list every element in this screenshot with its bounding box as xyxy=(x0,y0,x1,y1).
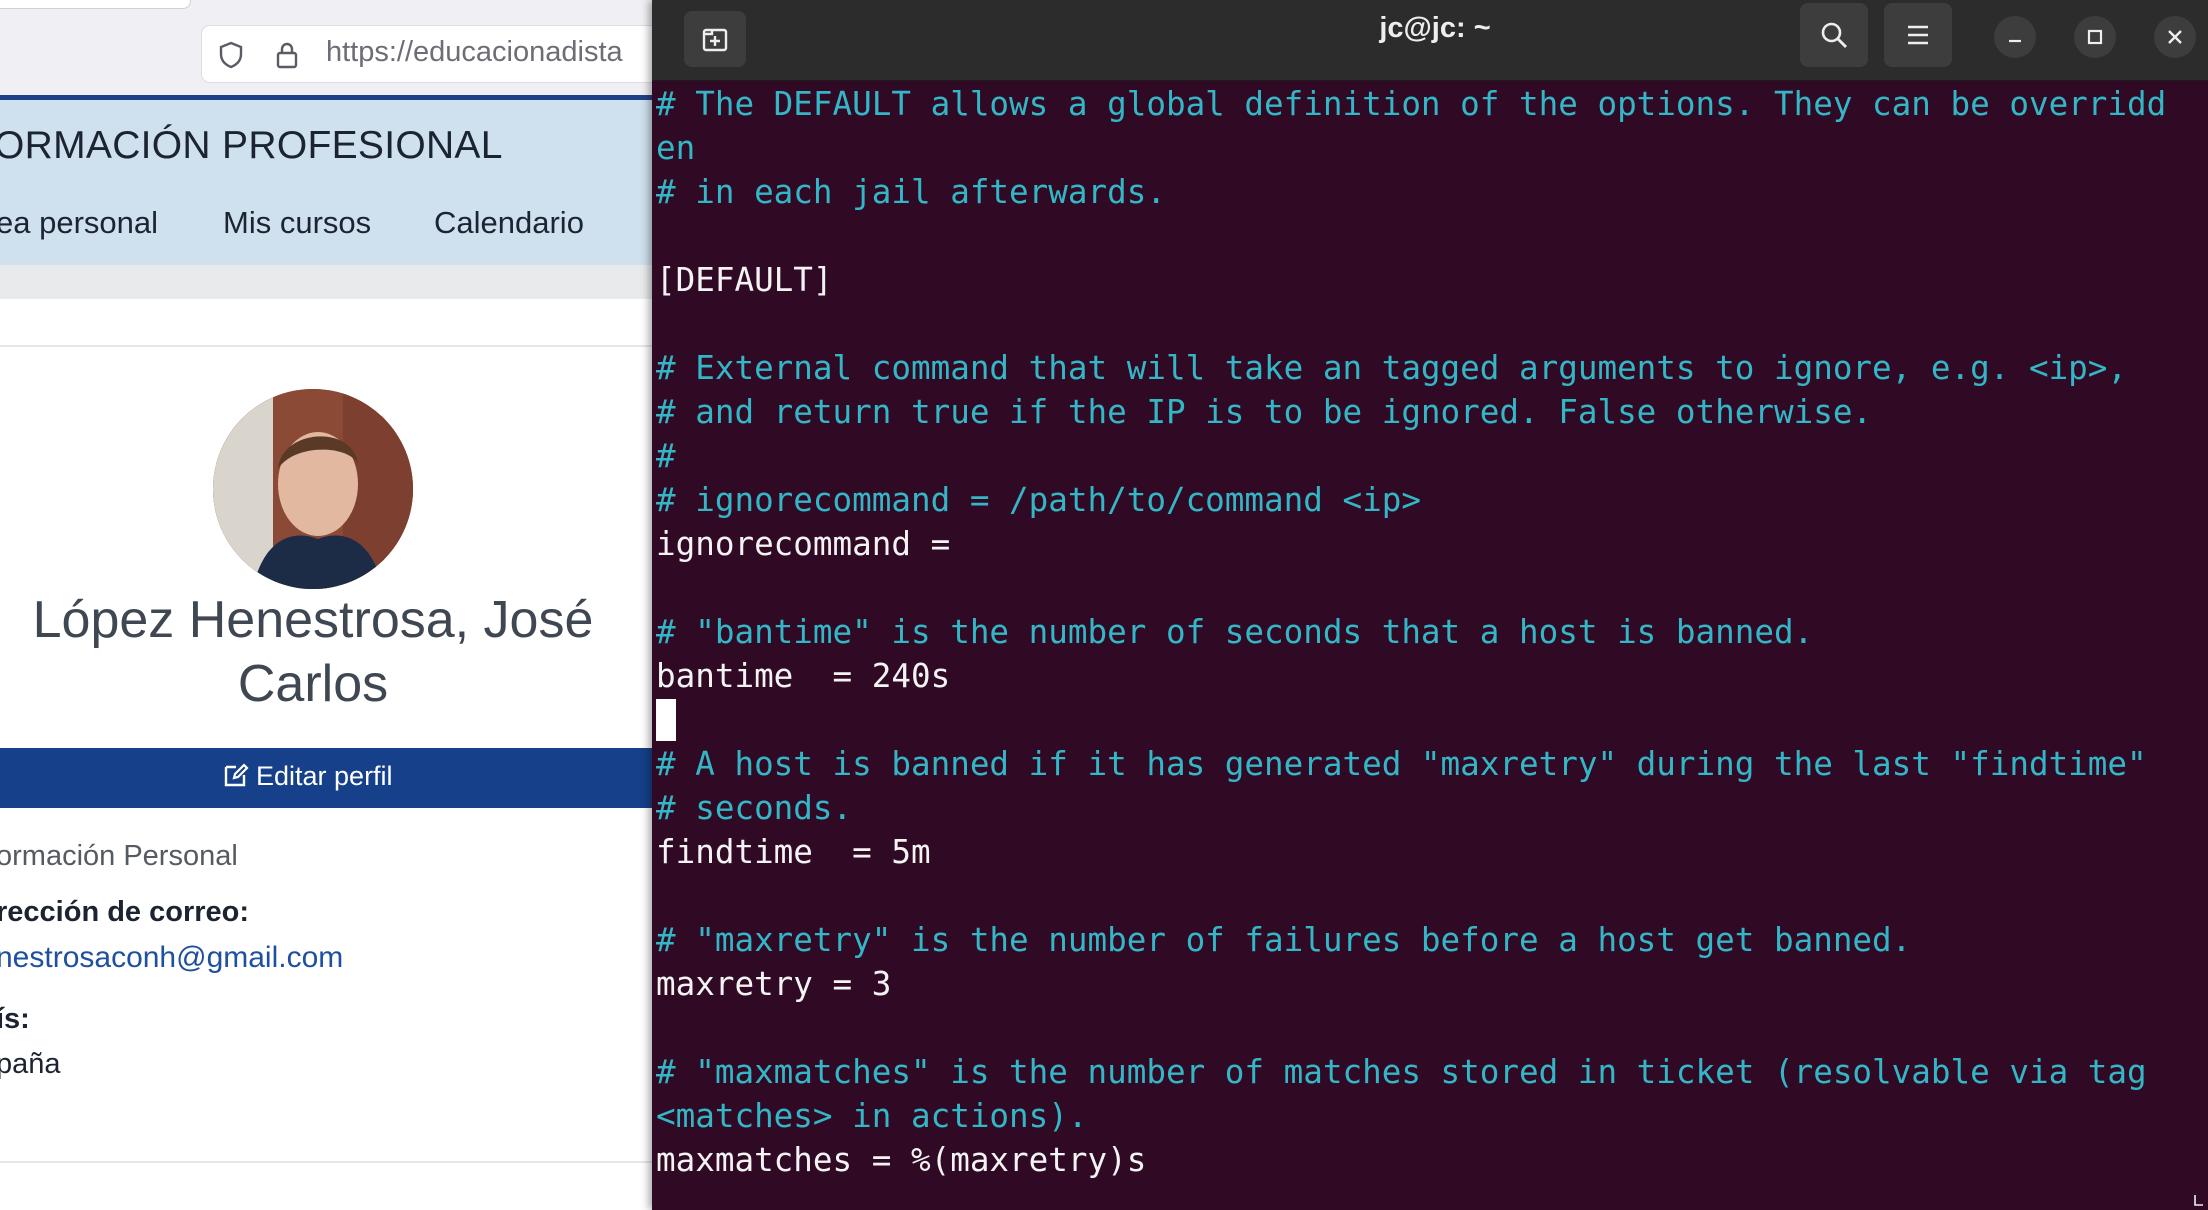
country-value: paña xyxy=(0,1048,61,1080)
edit-profile-label: Editar perfil xyxy=(256,761,393,791)
terminal-line: findtime = 5m xyxy=(656,833,931,871)
email-label: rección de correo: xyxy=(0,896,250,928)
browser-tab[interactable] xyxy=(0,0,191,9)
window-title: jc@jc: ~ xyxy=(1379,12,1491,44)
terminal-line: # seconds. xyxy=(656,789,853,827)
terminal-line: # "maxretry" is the number of failures b… xyxy=(656,921,1912,959)
nav-item-calendario[interactable]: Calendario xyxy=(434,205,584,241)
maximize-icon xyxy=(2087,29,2103,45)
terminal-line: <matches> in actions). xyxy=(656,1097,1088,1135)
terminal-line: # ignorecommand = /path/to/command <ip> xyxy=(656,481,1421,519)
search-button[interactable] xyxy=(1800,3,1868,67)
menu-button[interactable] xyxy=(1884,3,1952,67)
section-title: ormación Personal xyxy=(0,840,238,872)
terminal-line: maxretry = 3 xyxy=(656,965,892,1003)
email-link[interactable]: nestrosaconh@gmail.com xyxy=(0,941,343,975)
terminal-line: # External command that will take an tag… xyxy=(656,349,2128,387)
divider xyxy=(0,345,660,347)
terminal-line: ignorecommand = xyxy=(656,525,951,563)
browser-window: https://educacionadista ORMACIÓN PROFESI… xyxy=(0,0,660,1210)
terminal-line: # in each jail afterwards. xyxy=(656,173,1166,211)
terminal-line: # A host is banned if it has generated "… xyxy=(656,745,2147,783)
terminal-line: # "bantime" is the number of seconds tha… xyxy=(656,613,1814,651)
text-cursor xyxy=(656,699,676,741)
resize-cursor-icon xyxy=(2194,1195,2203,1206)
url-text[interactable]: https://educacionadista xyxy=(326,36,623,69)
close-icon xyxy=(2168,30,2182,44)
secondary-bar xyxy=(0,265,660,299)
terminal-line: maxmatches = %(maxretry)s xyxy=(656,1141,1147,1179)
edit-icon xyxy=(224,763,249,787)
avatar xyxy=(213,389,413,589)
terminal-line: # The DEFAULT allows a global definition… xyxy=(656,85,2167,123)
terminal-line: # xyxy=(656,437,676,475)
terminal-line: en xyxy=(656,129,696,167)
close-button[interactable] xyxy=(2154,16,2196,58)
terminal-window[interactable]: jc@jc: ~ # The DEFAULT allows a global d… xyxy=(652,0,2208,1210)
minimize-button[interactable] xyxy=(1994,16,2036,58)
site-title: ORMACIÓN PROFESIONAL xyxy=(0,124,503,167)
search-icon xyxy=(1821,22,1847,48)
terminal-titlebar[interactable]: jc@jc: ~ xyxy=(652,0,2208,81)
nav-item-area-personal[interactable]: ea personal xyxy=(0,205,158,241)
hamburger-menu-icon xyxy=(1908,25,1928,45)
terminal-line: [DEFAULT] xyxy=(656,261,833,299)
cursor-line xyxy=(656,698,2208,742)
nav-item-mis-cursos[interactable]: Mis cursos xyxy=(223,205,371,241)
country-label: ís: xyxy=(0,1003,30,1035)
terminal-line: bantime = 240s xyxy=(656,657,951,695)
lock-icon xyxy=(272,40,302,70)
terminal-output[interactable]: # The DEFAULT allows a global definition… xyxy=(656,82,2208,1182)
maximize-button[interactable] xyxy=(2074,16,2116,58)
minimize-icon xyxy=(2009,39,2021,43)
terminal-line: # and return true if the IP is to be ign… xyxy=(656,393,1873,431)
edit-profile-button[interactable]: Editar perfil xyxy=(0,748,660,808)
url-bar[interactable]: https://educacionadista xyxy=(202,26,660,82)
divider xyxy=(0,1161,660,1163)
profile-name: López Henestrosa, José Carlos xyxy=(32,591,594,713)
terminal-line: # "maxmatches" is the number of matches … xyxy=(656,1053,2147,1091)
shield-icon[interactable] xyxy=(216,40,246,70)
